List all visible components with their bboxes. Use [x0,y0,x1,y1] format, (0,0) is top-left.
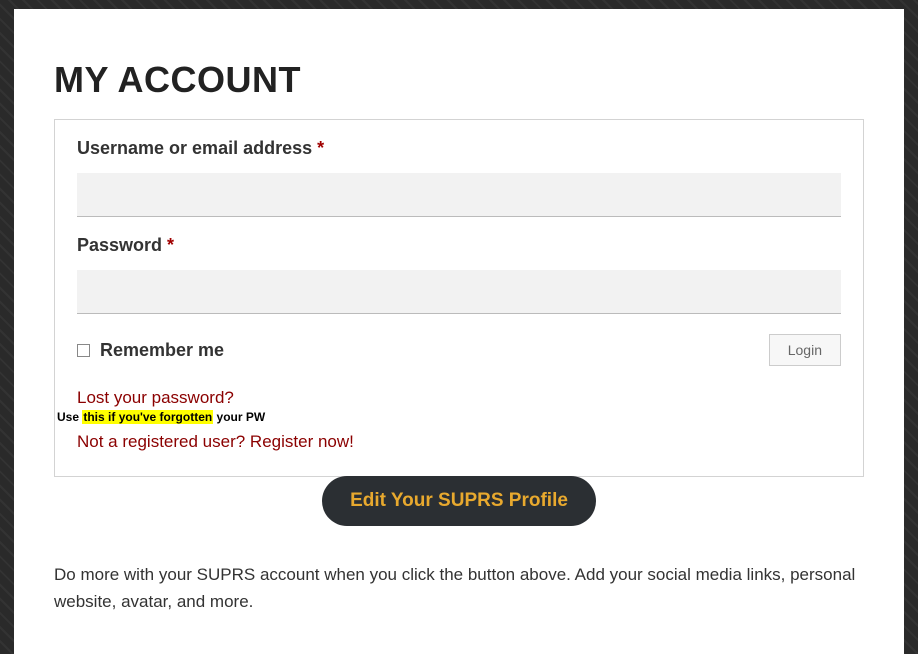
username-input[interactable] [77,173,841,217]
username-row: Username or email address * [77,138,841,217]
password-label: Password * [77,235,841,256]
username-label: Username or email address * [77,138,841,159]
page-title: MY ACCOUNT [54,59,864,101]
remember-left: Remember me [77,340,224,361]
remember-row: Remember me Login [77,334,841,366]
description-text: Do more with your SUPRS account when you… [54,561,864,615]
edit-profile-button[interactable]: Edit Your SUPRS Profile [322,476,596,526]
login-form: Username or email address * Password * R… [54,119,864,477]
edit-profile-wrap: Edit Your SUPRS Profile [54,477,864,527]
highlight-note-part1: Use [57,410,82,424]
highlight-note-highlighted: this if you've forgotten [82,410,213,424]
page-container: MY ACCOUNT Username or email address * P… [14,9,904,654]
remember-label: Remember me [100,340,224,361]
password-input[interactable] [77,270,841,314]
register-link[interactable]: Not a registered user? Register now! [77,432,354,452]
password-row: Password * [77,235,841,314]
required-asterisk: * [167,235,174,255]
required-asterisk: * [317,138,324,158]
username-label-text: Username or email address [77,138,317,158]
highlight-note-part2: your PW [213,410,265,424]
remember-checkbox[interactable] [77,344,90,357]
highlight-note: Use this if you've forgotten your PW [57,410,841,424]
password-label-text: Password [77,235,167,255]
login-button[interactable]: Login [769,334,841,366]
lost-password-link[interactable]: Lost your password? [77,388,234,408]
